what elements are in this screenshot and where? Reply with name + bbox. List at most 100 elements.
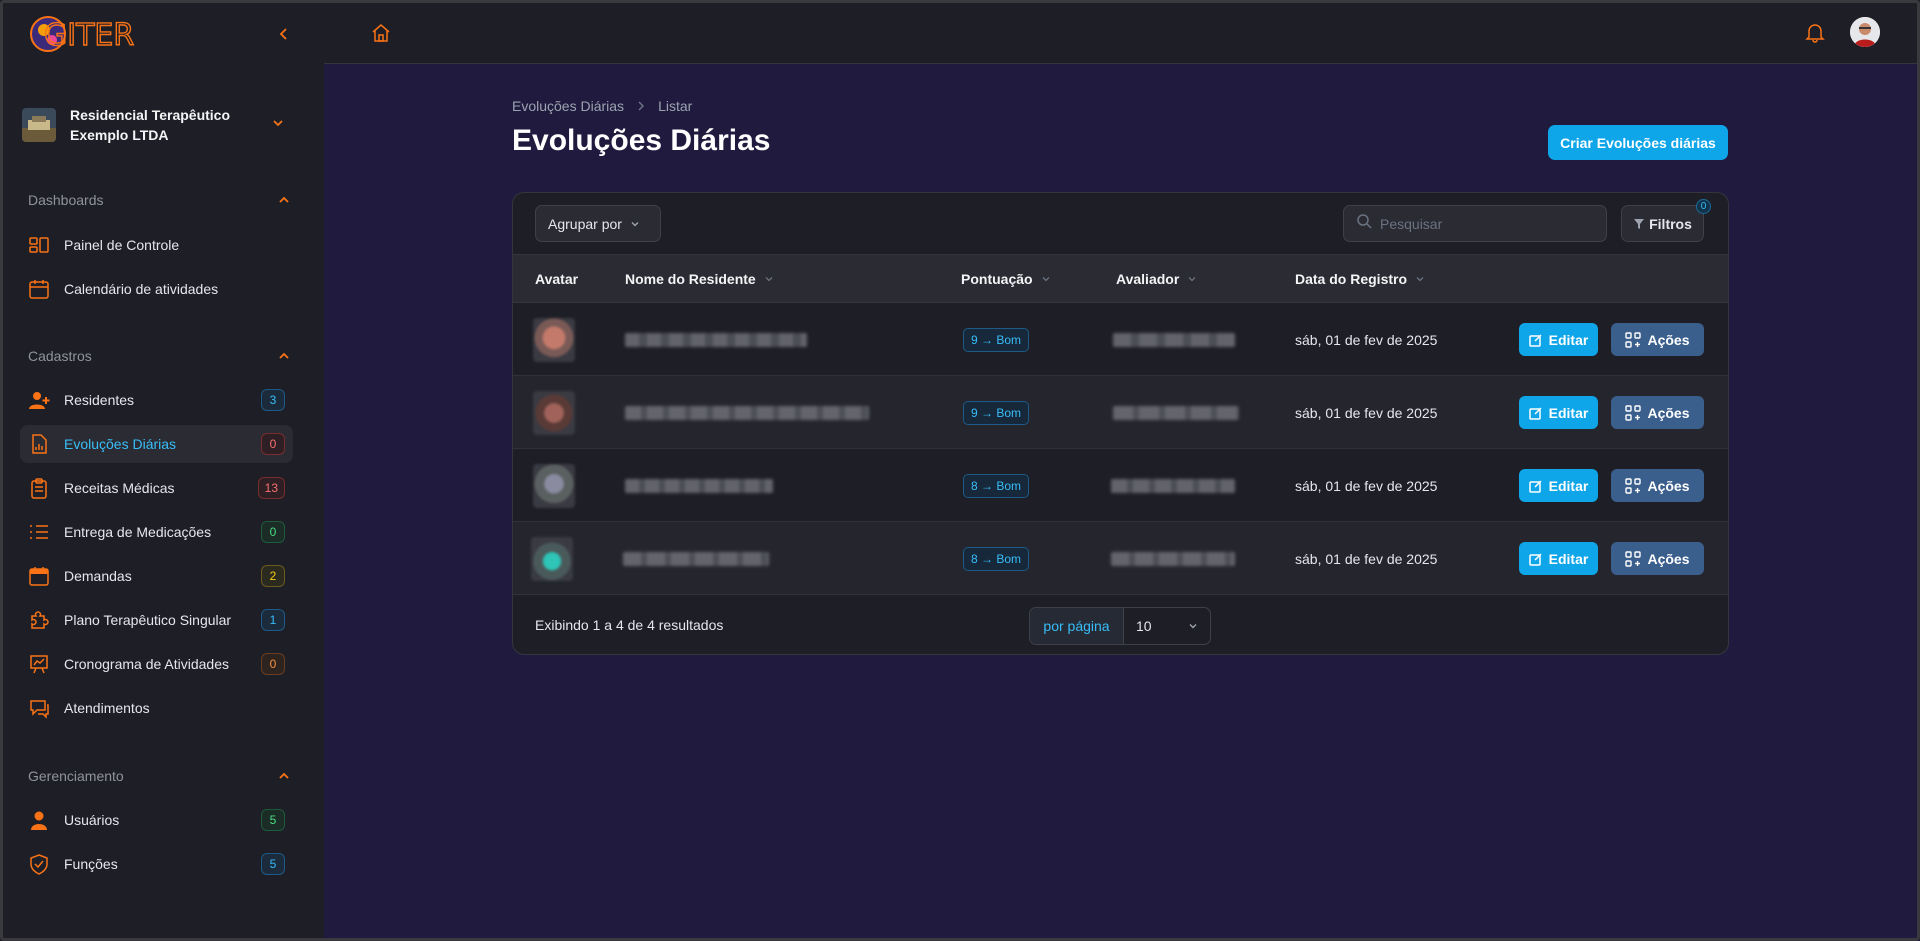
user-avatar[interactable] bbox=[1850, 17, 1880, 47]
create-button[interactable]: Criar Evoluções diárias bbox=[1548, 125, 1728, 160]
squares-plus-icon bbox=[1625, 404, 1642, 421]
column-header-data[interactable]: Data do Registro bbox=[1295, 255, 1425, 303]
score-badge: 8 → Bom bbox=[963, 473, 1030, 498]
sidebar-item-label: Painel de Controle bbox=[64, 237, 180, 253]
record-date: sáb, 01 de fev de 2025 bbox=[1295, 404, 1438, 421]
actions-button[interactable]: Ações bbox=[1611, 469, 1704, 502]
table-row: 8 → Bom sáb, 01 de fev de 2025 Editar Aç… bbox=[513, 449, 1728, 522]
count-badge: 3 bbox=[261, 389, 285, 411]
sidebar-item-label: Cronograma de Atividades bbox=[64, 656, 229, 672]
sidebar-item-calendario[interactable]: Calendário de atividades bbox=[20, 270, 293, 308]
home-button[interactable] bbox=[370, 22, 392, 44]
count-badge: 0 bbox=[261, 521, 285, 543]
group-cadastros[interactable]: Cadastros bbox=[28, 344, 290, 368]
sidebar-item-plano[interactable]: Plano Terapêutico Singular 1 bbox=[20, 601, 293, 639]
record-date: sáb, 01 de fev de 2025 bbox=[1295, 477, 1438, 494]
group-by-label: Agrupar por bbox=[548, 215, 622, 232]
breadcrumb-current: Listar bbox=[658, 98, 693, 114]
resident-name-redacted bbox=[625, 449, 773, 522]
sort-icon bbox=[1415, 271, 1425, 287]
column-header-avatar: Avatar bbox=[535, 271, 579, 287]
per-page-select[interactable]: por página 10 bbox=[1029, 607, 1211, 645]
score-cell: 8 → Bom bbox=[963, 522, 1030, 595]
resident-name-redacted bbox=[625, 376, 869, 449]
sidebar-item-label: Usuários bbox=[64, 812, 120, 828]
actions-button[interactable]: Ações bbox=[1611, 323, 1704, 356]
search-input[interactable] bbox=[1380, 215, 1580, 232]
pencil-square-icon bbox=[1528, 479, 1543, 493]
sidebar-item-usuarios[interactable]: Usuários 5 bbox=[20, 801, 293, 839]
score-cell: 8 → Bom bbox=[963, 449, 1030, 522]
user-icon bbox=[28, 809, 50, 831]
logo[interactable]: GITER bbox=[28, 12, 148, 56]
group-gerenciamento[interactable]: Gerenciamento bbox=[28, 764, 290, 788]
sidebar-item-evolucoes[interactable]: Evoluções Diárias 0 bbox=[20, 425, 293, 463]
sort-icon bbox=[1187, 271, 1197, 287]
per-page-dropdown[interactable]: 10 bbox=[1124, 608, 1210, 644]
document-chart-icon bbox=[28, 433, 50, 455]
funnel-icon bbox=[1633, 218, 1645, 230]
sidebar-item-cronograma[interactable]: Cronograma de Atividades 0 bbox=[20, 645, 293, 683]
edit-button[interactable]: Editar bbox=[1519, 323, 1598, 356]
sidebar-item-entrega[interactable]: Entrega de Medicações 0 bbox=[20, 513, 293, 551]
count-badge: 13 bbox=[257, 477, 285, 499]
filters-label: Filtros bbox=[1649, 215, 1692, 232]
sidebar-item-painel[interactable]: Painel de Controle bbox=[20, 226, 293, 264]
edit-button[interactable]: Editar bbox=[1519, 469, 1598, 502]
edit-button[interactable]: Editar bbox=[1519, 396, 1598, 429]
evaluator-redacted bbox=[1113, 303, 1235, 376]
sidebar-item-label: Residentes bbox=[64, 392, 135, 408]
svg-text:GITER: GITER bbox=[44, 18, 134, 53]
logo-row: GITER bbox=[28, 12, 298, 56]
sort-icon bbox=[764, 271, 774, 287]
score-cell: 9 → Bom bbox=[963, 376, 1030, 449]
actions-button[interactable]: Ações bbox=[1611, 396, 1704, 429]
sidebar-item-label: Atendimentos bbox=[64, 700, 150, 716]
column-header-pontuacao[interactable]: Pontuação bbox=[961, 255, 1051, 303]
home-icon bbox=[372, 24, 390, 42]
search-field[interactable] bbox=[1343, 205, 1607, 242]
tenant-name: Residencial Terapêutico Exemplo LTDA bbox=[70, 107, 231, 143]
chevron-down-icon bbox=[272, 116, 284, 134]
user-plus-icon bbox=[28, 389, 50, 411]
sidebar-item-atendimentos[interactable]: Atendimentos bbox=[20, 689, 293, 727]
table-row: 9 → Bom sáb, 01 de fev de 2025 Editar Aç… bbox=[513, 376, 1728, 449]
chevron-up-icon bbox=[279, 772, 289, 779]
group-by-dropdown[interactable]: Agrupar por bbox=[535, 205, 661, 242]
dashboard-icon bbox=[28, 234, 50, 256]
pencil-square-icon bbox=[1528, 552, 1543, 566]
chevron-down-icon bbox=[630, 216, 640, 232]
table-row: 9 → Bom sáb, 01 de fev de 2025 Editar Aç… bbox=[513, 303, 1728, 376]
sidebar-item-label: Demandas bbox=[64, 568, 132, 584]
filters-count-badge: 0 bbox=[1696, 199, 1711, 214]
tenant-switcher[interactable]: Residencial Terapêutico Exemplo LTDA bbox=[22, 100, 292, 150]
per-page-value: 10 bbox=[1136, 618, 1152, 634]
actions-button[interactable]: Ações bbox=[1611, 542, 1704, 575]
calendar-days-icon bbox=[28, 565, 50, 587]
list-icon bbox=[28, 521, 50, 543]
tenant-avatar bbox=[22, 108, 56, 142]
sidebar-item-label: Entrega de Medicações bbox=[64, 524, 212, 540]
collapse-sidebar-button[interactable] bbox=[270, 20, 298, 48]
column-header-nome[interactable]: Nome do Residente bbox=[625, 255, 774, 303]
sidebar-item-demandas[interactable]: Demandas 2 bbox=[20, 557, 293, 595]
sidebar: GITER Residencial Terapêutico Exemplo LT… bbox=[0, 0, 324, 941]
sidebar-item-receitas[interactable]: Receitas Médicas 13 bbox=[20, 469, 293, 507]
per-page-label: por página bbox=[1030, 608, 1124, 644]
sidebar-item-funcoes[interactable]: Funções 5 bbox=[20, 845, 293, 883]
count-badge: 0 bbox=[261, 653, 285, 675]
calendar-icon bbox=[28, 278, 50, 300]
count-badge: 1 bbox=[261, 609, 285, 631]
edit-button[interactable]: Editar bbox=[1519, 542, 1598, 575]
resident-name-redacted bbox=[623, 522, 769, 595]
sidebar-item-label: Receitas Médicas bbox=[64, 480, 175, 496]
resident-name-redacted bbox=[625, 303, 807, 376]
shield-icon bbox=[28, 853, 50, 875]
squares-plus-icon bbox=[1625, 550, 1642, 567]
breadcrumb-parent-link[interactable]: Evoluções Diárias bbox=[512, 98, 624, 114]
filters-button[interactable]: Filtros bbox=[1621, 205, 1704, 242]
group-dashboards[interactable]: Dashboards bbox=[28, 188, 290, 212]
sidebar-item-residentes[interactable]: Residentes 3 bbox=[20, 381, 293, 419]
column-header-avaliador[interactable]: Avaliador bbox=[1116, 255, 1197, 303]
notifications-button[interactable] bbox=[1804, 21, 1826, 43]
